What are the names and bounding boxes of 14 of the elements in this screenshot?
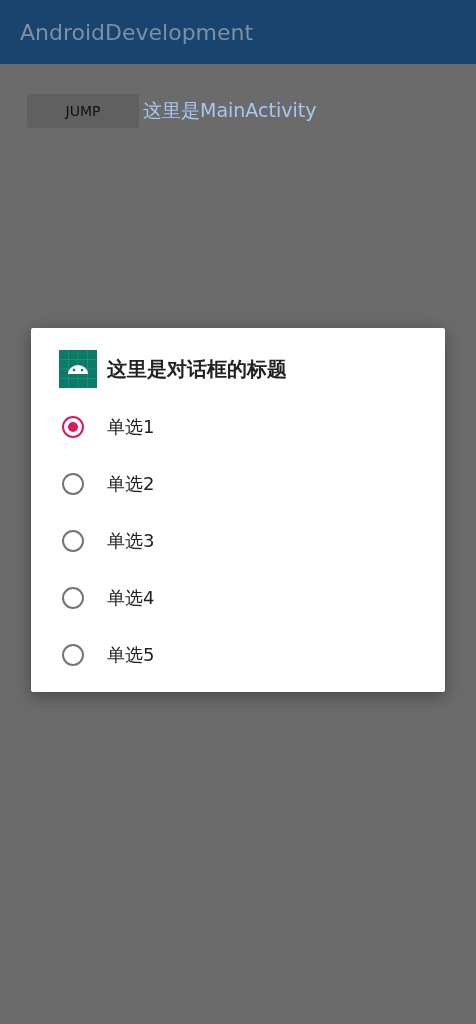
app-title: AndroidDevelopment <box>20 19 254 45</box>
activity-text: 这里是MainActivity <box>143 98 317 123</box>
radio-icon[interactable] <box>61 642 85 667</box>
radio-option[interactable]: 单选2 <box>59 455 445 512</box>
radio-icon[interactable] <box>61 528 85 553</box>
radio-icon[interactable] <box>61 414 85 439</box>
radio-option[interactable]: 单选3 <box>59 512 445 569</box>
dialog-title: 这里是对话框的标题 <box>107 355 287 383</box>
radio-option[interactable]: 单选4 <box>59 569 445 626</box>
android-icon <box>59 350 97 388</box>
radio-icon[interactable] <box>61 471 85 496</box>
radio-option[interactable]: 单选5 <box>59 626 445 683</box>
radio-option[interactable]: 单选1 <box>59 398 445 455</box>
radio-icon[interactable] <box>61 585 85 610</box>
